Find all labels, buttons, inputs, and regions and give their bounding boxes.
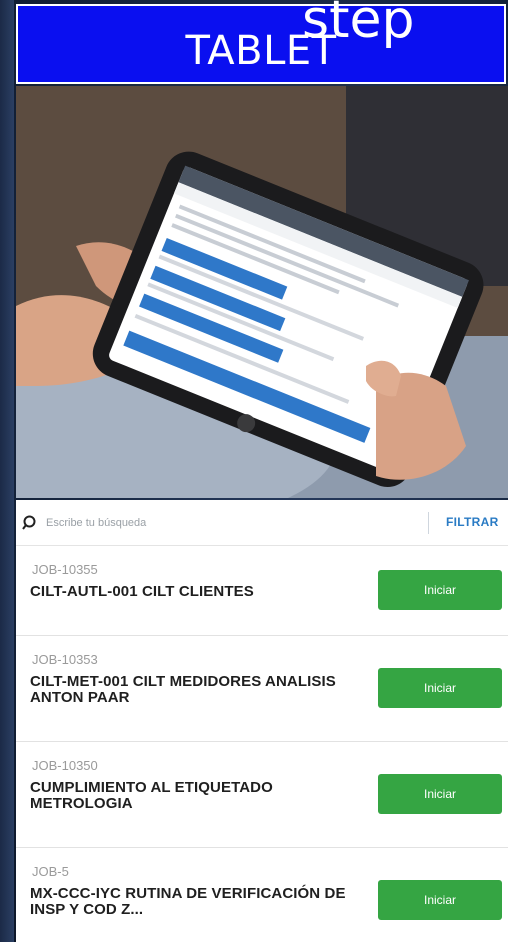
job-code: JOB-10350 [32, 758, 98, 773]
left-edge-stripe [0, 0, 14, 942]
job-row: JOB-10355 CILT-AUTL-001 CILT CLIENTES In… [16, 546, 508, 636]
start-job-button[interactable]: Iniciar [378, 668, 502, 708]
start-job-button[interactable]: Iniciar [378, 880, 502, 920]
job-row: JOB-10350 CUMPLIMIENTO AL ETIQUETADO MET… [16, 742, 508, 848]
filter-button[interactable]: FILTRAR [446, 515, 499, 529]
job-code: JOB-10353 [32, 652, 98, 667]
banner-title: TABLET [185, 28, 337, 74]
job-code: JOB-5 [32, 864, 69, 879]
search-input[interactable] [46, 512, 426, 534]
job-list-app: FILTRAR JOB-10355 CILT-AUTL-001 CILT CLI… [16, 500, 508, 942]
job-code: JOB-10355 [32, 562, 98, 577]
job-title: CILT-AUTL-001 CILT CLIENTES [30, 583, 254, 600]
tablet-photo [16, 86, 508, 498]
job-row: JOB-10353 CILT-MET-001 CILT MEDIDORES AN… [16, 636, 508, 742]
banner-step-overlay: step [302, 0, 415, 50]
start-job-button[interactable]: Iniciar [378, 774, 502, 814]
job-row: JOB-5 MX-CCC-IYC RUTINA DE VERIFICACIÓN … [16, 848, 508, 942]
tablet-illustration [16, 86, 508, 498]
job-title: CUMPLIMIENTO AL ETIQUETADO METROLOGIA [30, 779, 273, 812]
search-icon [22, 515, 36, 530]
title-banner: TABLET step [16, 0, 506, 84]
job-title: CILT-MET-001 CILT MEDIDORES ANALISIS ANT… [30, 673, 336, 706]
job-title: MX-CCC-IYC RUTINA DE VERIFICACIÓN DE INS… [30, 885, 346, 918]
search-divider [428, 512, 429, 534]
search-bar: FILTRAR [16, 500, 508, 546]
start-job-button[interactable]: Iniciar [378, 570, 502, 610]
